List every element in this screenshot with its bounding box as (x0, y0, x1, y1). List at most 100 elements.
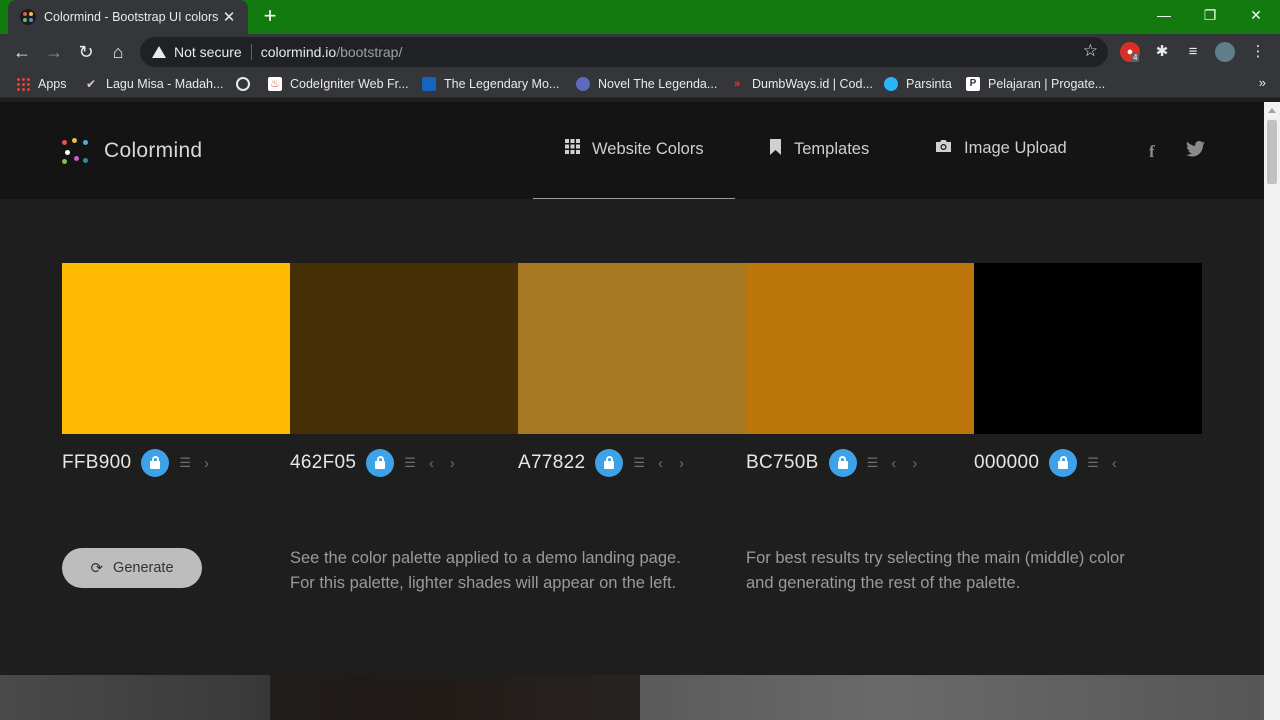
lagu-misa-icon: ✔ (85, 77, 97, 91)
palette-controls-2: 462F05 ☰ ‹ › (290, 448, 471, 478)
site-logo-text[interactable]: Colormind (104, 139, 202, 163)
bookmark-apps[interactable]: Apps (16, 75, 67, 93)
palette-swatch[interactable] (974, 263, 1202, 434)
bookmark-progate[interactable]: P Pelajaran | Progate... (966, 75, 1105, 93)
palette-swatch[interactable] (746, 263, 974, 434)
grid-icon (565, 139, 580, 159)
chevron-right-icon[interactable]: › (679, 455, 684, 472)
warning-icon (152, 46, 166, 58)
address-bar[interactable]: Not secure colormind.io/bootstrap/ ☆ (140, 37, 1108, 67)
progate-icon: P (966, 77, 980, 91)
chevron-left-icon[interactable]: ‹ (429, 455, 434, 472)
twitter-icon[interactable] (1186, 141, 1205, 162)
extensions-puzzle-icon[interactable]: ✱ (1152, 42, 1172, 62)
palette-swatch[interactable] (290, 263, 518, 434)
lock-icon[interactable] (1049, 449, 1078, 477)
media-queue-icon[interactable]: ≡ (1183, 42, 1203, 62)
page-scrollbar[interactable] (1264, 102, 1280, 720)
active-nav-underline (533, 198, 735, 199)
url-host: colormind.io (260, 44, 337, 60)
palette-controls-5: 000000 ☰ ‹ (974, 448, 1133, 478)
novel-icon (576, 77, 590, 91)
browser-tab-active[interactable]: Colormind - Bootstrap UI colors ✕ (8, 0, 248, 34)
bookmarks-overflow-icon[interactable]: » (1259, 75, 1266, 90)
restore-button[interactable]: ❐ (1187, 4, 1233, 26)
new-tab-button[interactable]: + (258, 5, 282, 29)
adjust-sliders-icon[interactable]: ☰ (867, 455, 879, 471)
url-path: /bootstrap/ (336, 44, 403, 60)
hex-value[interactable]: A77822 (518, 452, 585, 474)
lock-icon[interactable] (828, 449, 857, 477)
bookmark-star-icon[interactable]: ☆ (1083, 41, 1098, 61)
window-close-button[interactable]: ✕ (1233, 4, 1279, 26)
tip-description: For best results try selecting the main … (746, 549, 1125, 592)
nav-website-colors[interactable]: Website Colors (565, 139, 704, 159)
palette-controls-4: BC750B ☰ ‹ › (746, 448, 933, 478)
scroll-up-arrow-icon[interactable] (1268, 108, 1276, 113)
dumbways-icon: » (733, 78, 741, 90)
browser-tab-strip: Colormind - Bootstrap UI colors ✕ + — ❐ … (0, 0, 1280, 34)
palette-swatch[interactable] (62, 263, 290, 434)
hex-value[interactable]: 000000 (974, 452, 1039, 474)
chevron-right-icon[interactable]: › (912, 455, 917, 472)
bookmark-legendary-mo[interactable]: The Legendary Mo... (422, 75, 559, 93)
hex-value[interactable]: BC750B (746, 452, 819, 474)
lock-icon[interactable] (141, 449, 170, 477)
demo-description: See the color palette applied to a demo … (290, 549, 681, 592)
profile-avatar[interactable] (1215, 42, 1235, 62)
adjust-sliders-icon[interactable]: ☰ (404, 455, 416, 471)
generate-button[interactable]: ⟳ Generate (62, 548, 202, 588)
palette-swatch[interactable] (518, 263, 746, 434)
chevron-right-icon[interactable]: › (204, 455, 209, 472)
bookmark-dumbways[interactable]: » DumbWays.id | Cod... (730, 75, 873, 93)
extension-badge: 4 (1131, 53, 1140, 62)
facebook-icon[interactable]: f (1149, 142, 1155, 162)
minimize-button[interactable]: — (1141, 4, 1187, 26)
parsinta-icon (884, 77, 898, 91)
forward-arrow-icon[interactable]: → (42, 40, 66, 64)
chevron-left-icon[interactable]: ‹ (891, 455, 896, 472)
browser-toolbar: ← → ↻ ⌂ Not secure colormind.io/bootstra… (0, 34, 1280, 70)
site-header: Colormind Website Colors Templates Image… (0, 102, 1264, 199)
adjust-sliders-icon[interactable]: ☰ (1087, 455, 1099, 471)
reload-icon[interactable]: ↻ (74, 40, 98, 64)
nbi-icon (422, 77, 436, 91)
lock-icon[interactable] (595, 449, 624, 477)
bookmark-icon (769, 139, 782, 160)
back-arrow-icon[interactable]: ← (10, 40, 34, 64)
adjust-sliders-icon[interactable]: ☰ (633, 455, 645, 471)
lock-icon[interactable] (366, 449, 395, 477)
bookmark-globe[interactable] (236, 75, 250, 93)
refresh-icon: ⟳ (90, 560, 104, 577)
bookmark-novel-legenda[interactable]: Novel The Legenda... (576, 75, 717, 93)
codeigniter-icon: ♨ (268, 77, 282, 91)
apps-grid-icon (16, 77, 30, 91)
bookmark-lagu-misa[interactable]: ✔ Lagu Misa - Madah... (84, 75, 223, 93)
globe-icon (236, 77, 250, 91)
colormind-favicon-icon (20, 9, 36, 25)
bookmark-codeigniter[interactable]: ♨ CodeIgniter Web Fr... (268, 75, 409, 93)
page-content: Colormind Website Colors Templates Image… (0, 102, 1264, 720)
nav-image-upload[interactable]: Image Upload (935, 139, 1067, 158)
adjust-sliders-icon[interactable]: ☰ (179, 455, 191, 471)
chevron-left-icon[interactable]: ‹ (1112, 455, 1117, 472)
chrome-menu-icon[interactable]: ⋮ (1248, 42, 1268, 62)
palette-controls-3: A77822 ☰ ‹ › (518, 448, 700, 478)
chevron-left-icon[interactable]: ‹ (658, 455, 663, 472)
hex-value[interactable]: FFB900 (62, 452, 131, 474)
home-icon[interactable]: ⌂ (106, 40, 130, 64)
security-label[interactable]: Not secure (174, 44, 242, 60)
demo-hero-image-dark-area (270, 675, 640, 720)
colormind-logo-icon[interactable] (62, 138, 88, 164)
hex-value[interactable]: 462F05 (290, 452, 356, 474)
camera-icon (935, 139, 952, 158)
palette-controls-1: FFB900 ☰ › (62, 448, 225, 478)
bookmarks-bar: Apps ✔ Lagu Misa - Madah... ♨ CodeIgnite… (0, 70, 1280, 98)
scrollbar-thumb[interactable] (1267, 120, 1277, 184)
nav-templates[interactable]: Templates (769, 139, 869, 160)
tab-title: Colormind - Bootstrap UI colors (44, 10, 219, 24)
bookmark-parsinta[interactable]: Parsinta (884, 75, 952, 93)
tab-close-icon[interactable]: ✕ (220, 8, 238, 26)
chevron-right-icon[interactable]: › (450, 455, 455, 472)
omnibox-divider (250, 44, 252, 60)
